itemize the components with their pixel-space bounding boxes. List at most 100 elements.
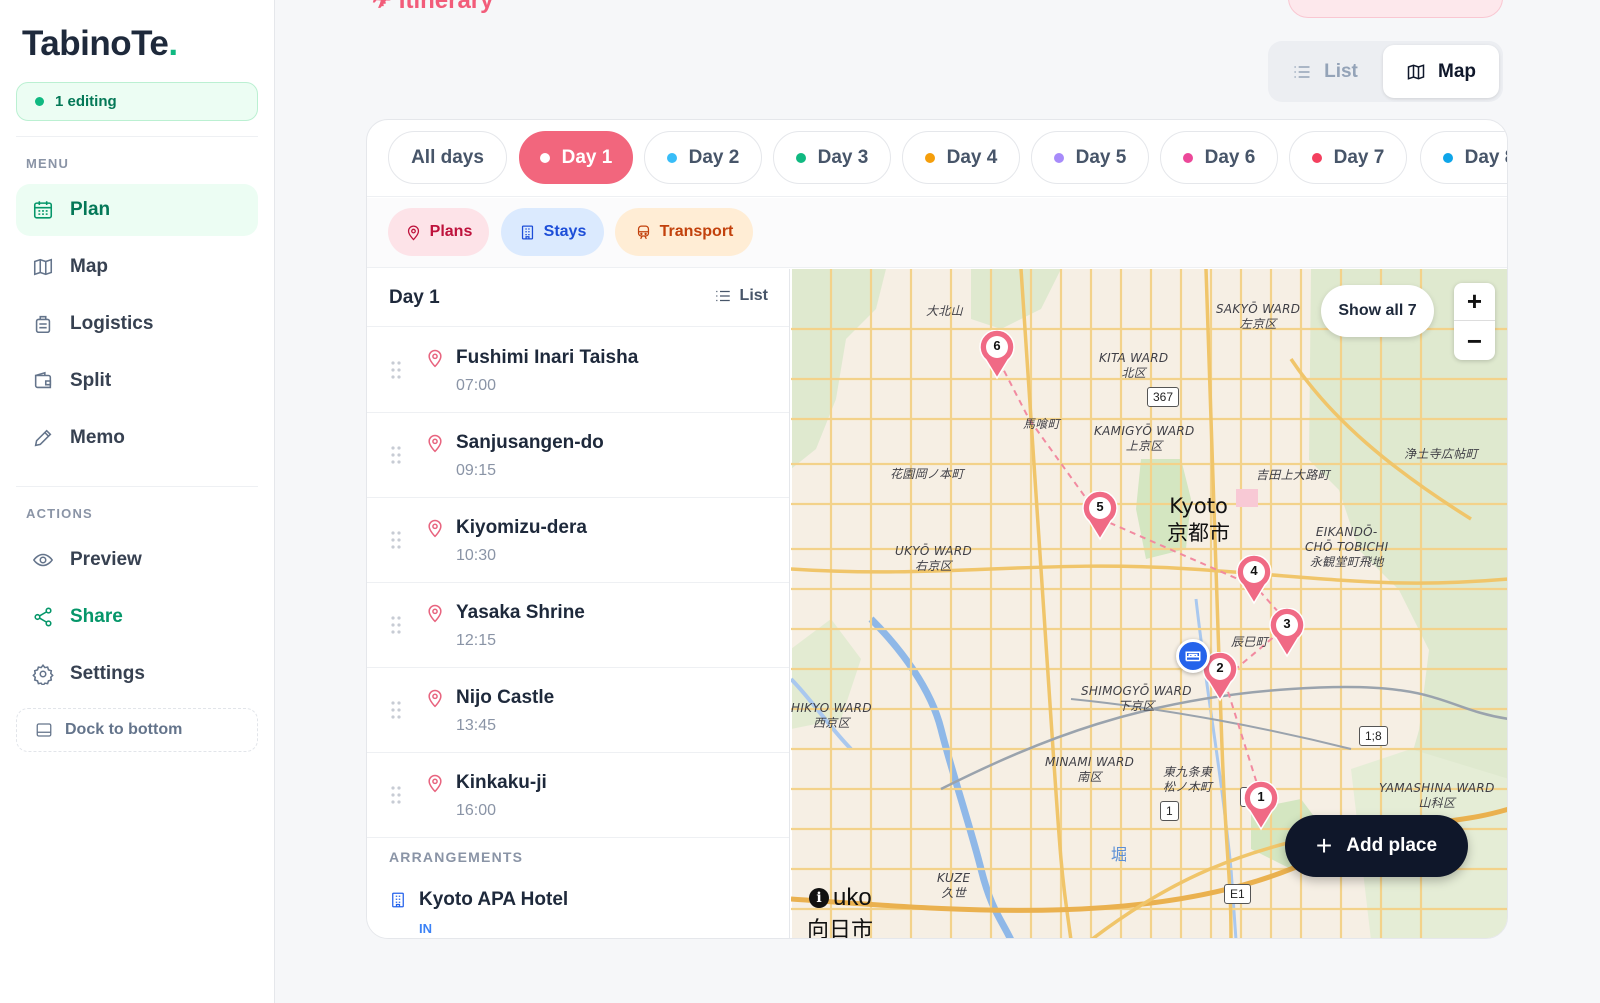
online-dot-icon [35,97,44,106]
map-label: 向日市 [807,918,874,939]
itinerary-card: All days Day 1 Day 2 Day 3 Day 4 Day 5 D… [366,119,1508,939]
gear-icon [32,664,54,685]
place-item[interactable]: Fushimi Inari Taisha 07:00 [367,328,789,413]
tab-day-6[interactable]: Day 6 [1160,131,1278,184]
editing-status-badge: 1 editing [16,82,258,121]
route-badge: 1;8 [1359,726,1388,746]
place-item[interactable]: Yasaka Shrine 12:15 [367,583,789,668]
route-badge: 367 [1147,387,1180,407]
action-preview[interactable]: Preview [16,534,258,586]
map-icon [33,258,53,276]
drag-handle-icon[interactable] [391,445,401,465]
nav-item-logistics[interactable]: Logistics [16,298,258,350]
info-icon[interactable]: i [809,888,829,908]
drag-handle-icon[interactable] [391,785,401,805]
itinerary-title: ✈ Itinerary [372,0,494,14]
map-label: HIKYO WARD 西京区 [791,701,872,730]
arrangements-label: ARRANGEMENTS [389,849,524,865]
action-settings[interactable]: Settings [16,648,258,700]
day-color-dot [539,152,550,163]
place-name: Nijo Castle [456,687,555,708]
filter-transport[interactable]: Transport [615,208,753,256]
train-icon [637,224,649,239]
list-view-button[interactable]: List [714,287,768,305]
map-label: KUZE 久世 [937,871,971,900]
drag-handle-icon[interactable] [391,700,401,720]
map-label: 東九条東 松ノ木町 [1163,765,1213,794]
tab-day-5[interactable]: Day 5 [1031,131,1149,184]
tab-all-days[interactable]: All days [388,131,507,184]
nav-item-label: Split [70,370,112,391]
place-map-marker[interactable]: 5 [1081,490,1119,541]
nav-item-memo[interactable]: Memo [16,412,258,464]
place-item[interactable]: Kinkaku-ji 16:00 [367,753,789,838]
place-map-marker[interactable]: 6 [978,329,1016,380]
menu-section-label: MENU [26,156,70,171]
drag-handle-icon[interactable] [391,530,401,550]
hotel-map-marker[interactable] [1176,639,1210,673]
place-map-marker[interactable]: 4 [1235,554,1273,605]
map-attribution[interactable]: i uko [809,884,872,912]
divider [16,486,258,487]
place-map-marker[interactable]: 3 [1268,607,1306,658]
bed-icon [1185,651,1201,662]
day-color-dot [1442,152,1453,163]
map-view[interactable]: 大北山 SAKYŌ WARD 左京区 KITA WARD 北区 KAMIGYŌ WA… [791,269,1507,939]
zoom-in-button[interactable]: + [1454,283,1495,321]
day-color-dot [1182,152,1193,163]
tab-day-4[interactable]: Day 4 [902,131,1020,184]
hotel-item[interactable]: Kyoto APA Hotel [389,889,568,911]
dock-bottom-icon [36,723,52,737]
drag-handle-icon[interactable] [391,360,401,380]
tab-day-7[interactable]: Day 7 [1289,131,1407,184]
luggage-icon [35,315,51,334]
nav-item-plan[interactable]: Plan [16,184,258,236]
day-color-dot [795,152,806,163]
filter-stays[interactable]: Stays [501,208,604,256]
place-time: 10:30 [456,547,497,564]
action-label: Share [70,606,123,627]
nav-item-map[interactable]: Map [16,241,258,293]
tab-day-3[interactable]: Day 3 [773,131,891,184]
show-all-button[interactable]: Show all 7 [1321,285,1434,337]
day-color-dot [924,152,935,163]
zoom-out-button[interactable]: − [1454,322,1495,360]
nav-item-split[interactable]: Split [16,355,258,407]
place-item[interactable]: Sanjusangen-do 09:15 [367,413,789,498]
action-share[interactable]: Share [16,591,258,643]
tab-day-8[interactable]: Day 8 [1420,131,1507,184]
dock-to-bottom-button[interactable]: Dock to bottom [16,708,258,752]
place-map-marker[interactable]: 1 [1242,780,1280,831]
app-logo[interactable]: TabinoTe. [22,24,178,64]
header-action-button[interactable] [1288,0,1503,18]
list-panel-header: Day 1 List [367,269,789,327]
share-icon [34,607,52,627]
place-name: Fushimi Inari Taisha [456,347,639,368]
map-label: 馬喰町 [1023,417,1060,431]
add-place-button[interactable]: + Add place [1285,815,1468,877]
eye-icon [32,553,54,567]
list-panel-title: Day 1 [389,287,440,308]
tab-day-2[interactable]: Day 2 [644,131,762,184]
tab-day-1[interactable]: Day 1 [519,131,633,184]
view-list-button[interactable]: List [1272,45,1378,98]
dock-label: Dock to bottom [65,721,183,738]
place-time: 16:00 [456,802,497,819]
pin-icon [428,689,442,708]
hotel-name: Kyoto APA Hotel [419,889,569,910]
route-badge: 1 [1160,801,1179,821]
place-item[interactable]: Kiyomizu-dera 10:30 [367,498,789,583]
day-list-panel: Day 1 List Fushimi Inari Taisha 07:00 Sanj… [367,269,790,938]
route-badge: E1 [1224,884,1251,904]
day-color-dot [666,152,677,163]
pin-icon [428,519,442,538]
view-map-button[interactable]: Map [1383,45,1499,98]
place-item[interactable]: Nijo Castle 13:45 [367,668,789,753]
marker-number: 6 [993,338,1001,353]
map-label: 吉田上大路町 [1256,468,1330,482]
place-time: 07:00 [456,377,497,394]
filter-plans[interactable]: Plans [388,208,489,256]
drag-handle-icon[interactable] [391,615,401,635]
marker-number: 3 [1283,616,1291,631]
sidebar: TabinoTe. 1 editing MENU Plan Map Logist… [0,0,275,1003]
